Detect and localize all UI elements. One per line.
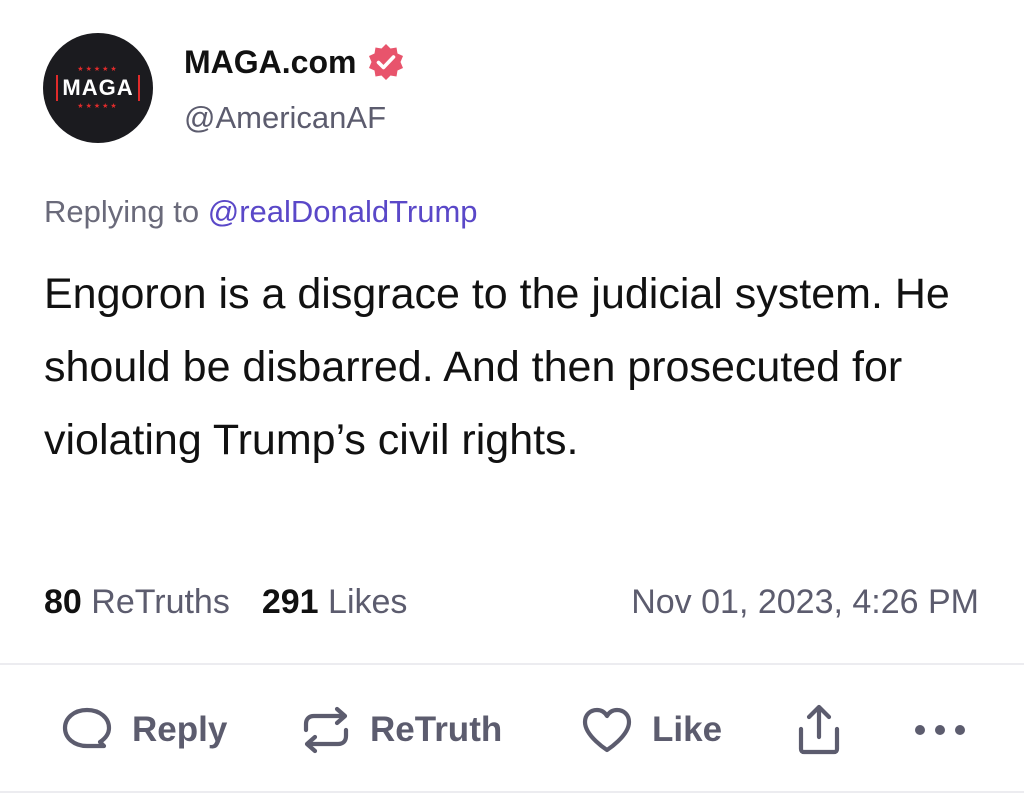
avatar[interactable]: ★★★★★ MAGA ★★★★★ <box>43 33 153 143</box>
reply-icon <box>62 707 112 749</box>
reply-button[interactable]: Reply <box>60 690 227 770</box>
retruth-icon <box>303 706 349 754</box>
verified-badge-icon <box>369 44 404 80</box>
likes-label: Likes <box>328 583 408 621</box>
logo-stars-bottom: ★★★★★ <box>77 103 119 110</box>
heart-icon <box>582 707 632 753</box>
share-button[interactable] <box>796 690 842 770</box>
reply-label: Reply <box>132 710 228 749</box>
retruths-label: ReTruths <box>91 583 230 621</box>
replying-to: Replying to @realDonaldTrump <box>44 194 478 230</box>
likes-count: 291 <box>261 583 319 621</box>
avatar-logo-text: MAGA <box>56 75 140 101</box>
likes-stat[interactable]: 291 Likes <box>262 583 408 622</box>
reply-mention-link[interactable]: @realDonaldTrump <box>208 194 478 229</box>
like-label: Like <box>652 710 723 749</box>
more-icon <box>915 725 965 735</box>
more-button[interactable] <box>912 690 968 770</box>
maga-logo: ★★★★★ MAGA ★★★★★ <box>50 66 146 110</box>
like-button[interactable]: Like <box>580 690 722 770</box>
retruths-count: 80 <box>44 583 82 621</box>
divider <box>0 663 1024 665</box>
author-display-name[interactable]: MAGA.com <box>184 44 356 81</box>
post-timestamp: Nov 01, 2023, 4:26 PM <box>631 583 979 621</box>
author-handle[interactable]: @AmericanAF <box>184 100 386 136</box>
retruth-label: ReTruth <box>370 710 503 749</box>
retruth-button[interactable]: ReTruth <box>300 690 502 770</box>
logo-stars-top: ★★★★★ <box>77 66 119 73</box>
action-bar: Reply ReTruth Like <box>0 690 1024 770</box>
post-text: Engoron is a disgrace to the judicial sy… <box>44 270 950 464</box>
post-stats: 80 ReTruths 291 Likes <box>44 583 439 622</box>
retruths-stat[interactable]: 80 ReTruths <box>44 583 230 622</box>
replying-prefix: Replying to <box>44 194 200 229</box>
bottom-divider <box>0 791 1024 793</box>
author-name-row[interactable]: MAGA.com <box>184 42 406 82</box>
share-icon <box>798 704 840 755</box>
